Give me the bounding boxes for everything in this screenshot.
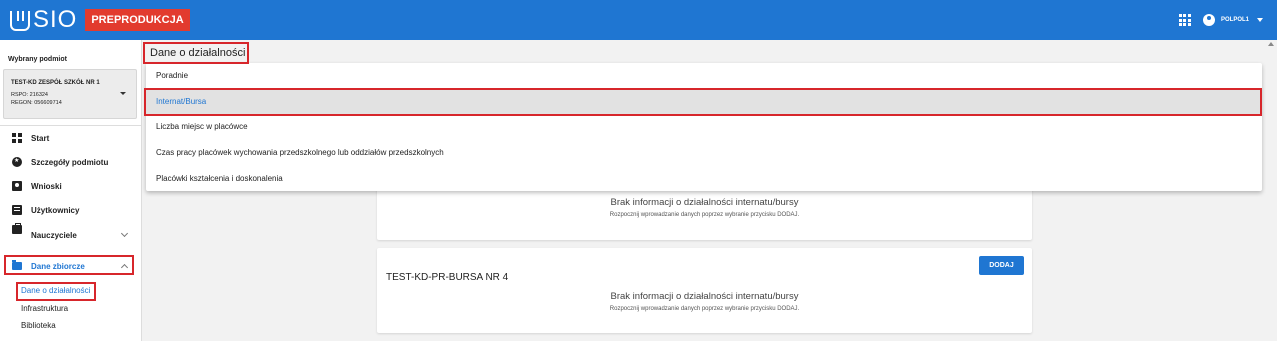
sidebar-item-label: Szczegóły podmiotu — [31, 157, 109, 167]
highlight-box — [143, 42, 249, 64]
sidebar-item-start[interactable]: Start — [0, 127, 141, 149]
sidebar-item-applications[interactable]: Wnioski — [0, 175, 141, 197]
sidebar-item-label: Wnioski — [31, 181, 62, 191]
highlight-box — [144, 88, 1262, 116]
chevron-down-icon — [120, 229, 129, 238]
chevron-down-icon[interactable] — [120, 92, 126, 95]
briefcase-icon — [12, 223, 22, 234]
highlight-box — [4, 255, 134, 275]
sio-logo[interactable]: SIO — [10, 8, 77, 32]
sidebar-item-entity-details[interactable]: Szczegóły podmiotu — [0, 151, 141, 173]
bursa-card: TEST-KD-PR-BURSA NR 4 DODAJ Brak informa… — [377, 248, 1032, 333]
sidebar-item-label: Nauczyciele — [31, 230, 77, 240]
dashboard-icon — [12, 133, 22, 143]
highlight-box — [16, 282, 96, 301]
user-name[interactable]: POLPOL1 — [1221, 17, 1249, 23]
dropdown-option-preschool-hours[interactable]: Czas pracy placówek wychowania przedszko… — [146, 140, 1262, 165]
sidebar-item-users[interactable]: Użytkownicy — [0, 199, 141, 221]
empty-state-hint: Rozpocznij wprowadzanie danych poprzez w… — [609, 212, 800, 218]
empty-state-title: Brak informacji o działalności internatu… — [610, 291, 799, 302]
account-box-icon — [12, 181, 22, 191]
entity-name: TEST-KD ZESPÓŁ SZKÓŁ NR 1 — [11, 80, 100, 86]
badge-icon — [12, 205, 22, 215]
user-menu-caret-icon[interactable] — [1257, 18, 1263, 22]
card-title: TEST-KD-PR-BURSA NR 4 — [386, 272, 509, 283]
logo-text: SIO — [33, 6, 78, 33]
sidebar-divider — [0, 125, 141, 126]
sidebar-subitem-infrastructure[interactable]: Infrastruktura — [21, 304, 68, 313]
topbar-actions: POLPOL1 — [1178, 0, 1263, 40]
scroll-up-arrow-icon[interactable] — [1268, 42, 1274, 46]
empty-state-hint: Rozpocznij wprowadzanie danych poprzez w… — [609, 306, 800, 312]
selected-entity-heading: Wybrany podmiot — [8, 56, 67, 63]
sidebar-item-label: Użytkownicy — [31, 205, 80, 215]
sidebar-subitem-library[interactable]: Biblioteka — [21, 321, 56, 330]
sidebar-item-teachers[interactable]: Nauczyciele — [0, 223, 141, 246]
activity-type-dropdown: Poradnie Internat/Bursa Liczba miejsc w … — [146, 63, 1262, 191]
dropdown-option-places[interactable]: Liczba miejsc w placówce — [146, 114, 1262, 139]
add-button[interactable]: DODAJ — [979, 256, 1024, 275]
entity-regon: REGON: 056609714 — [11, 100, 62, 106]
sidebar-item-label: Start — [31, 133, 50, 143]
top-bar: SIO PREPRODUKCJA POLPOL1 — [0, 0, 1277, 40]
empty-state-title: Brak informacji o działalności internatu… — [610, 197, 799, 208]
star-circle-icon — [12, 157, 22, 167]
environment-badge: PREPRODUKCJA — [85, 9, 190, 31]
dropdown-option-training-institutions[interactable]: Placówki kształcenia i doskonalenia — [146, 166, 1262, 191]
account-circle-icon[interactable] — [1202, 14, 1215, 26]
apps-grid-icon[interactable] — [1178, 14, 1191, 26]
entity-selector[interactable]: TEST-KD ZESPÓŁ SZKÓŁ NR 1 RSPO: 216324 R… — [3, 69, 137, 119]
entity-rspo: RSPO: 216324 — [11, 92, 48, 98]
dropdown-option-counseling[interactable]: Poradnie — [146, 63, 1262, 88]
logo-mark-icon — [10, 11, 30, 31]
